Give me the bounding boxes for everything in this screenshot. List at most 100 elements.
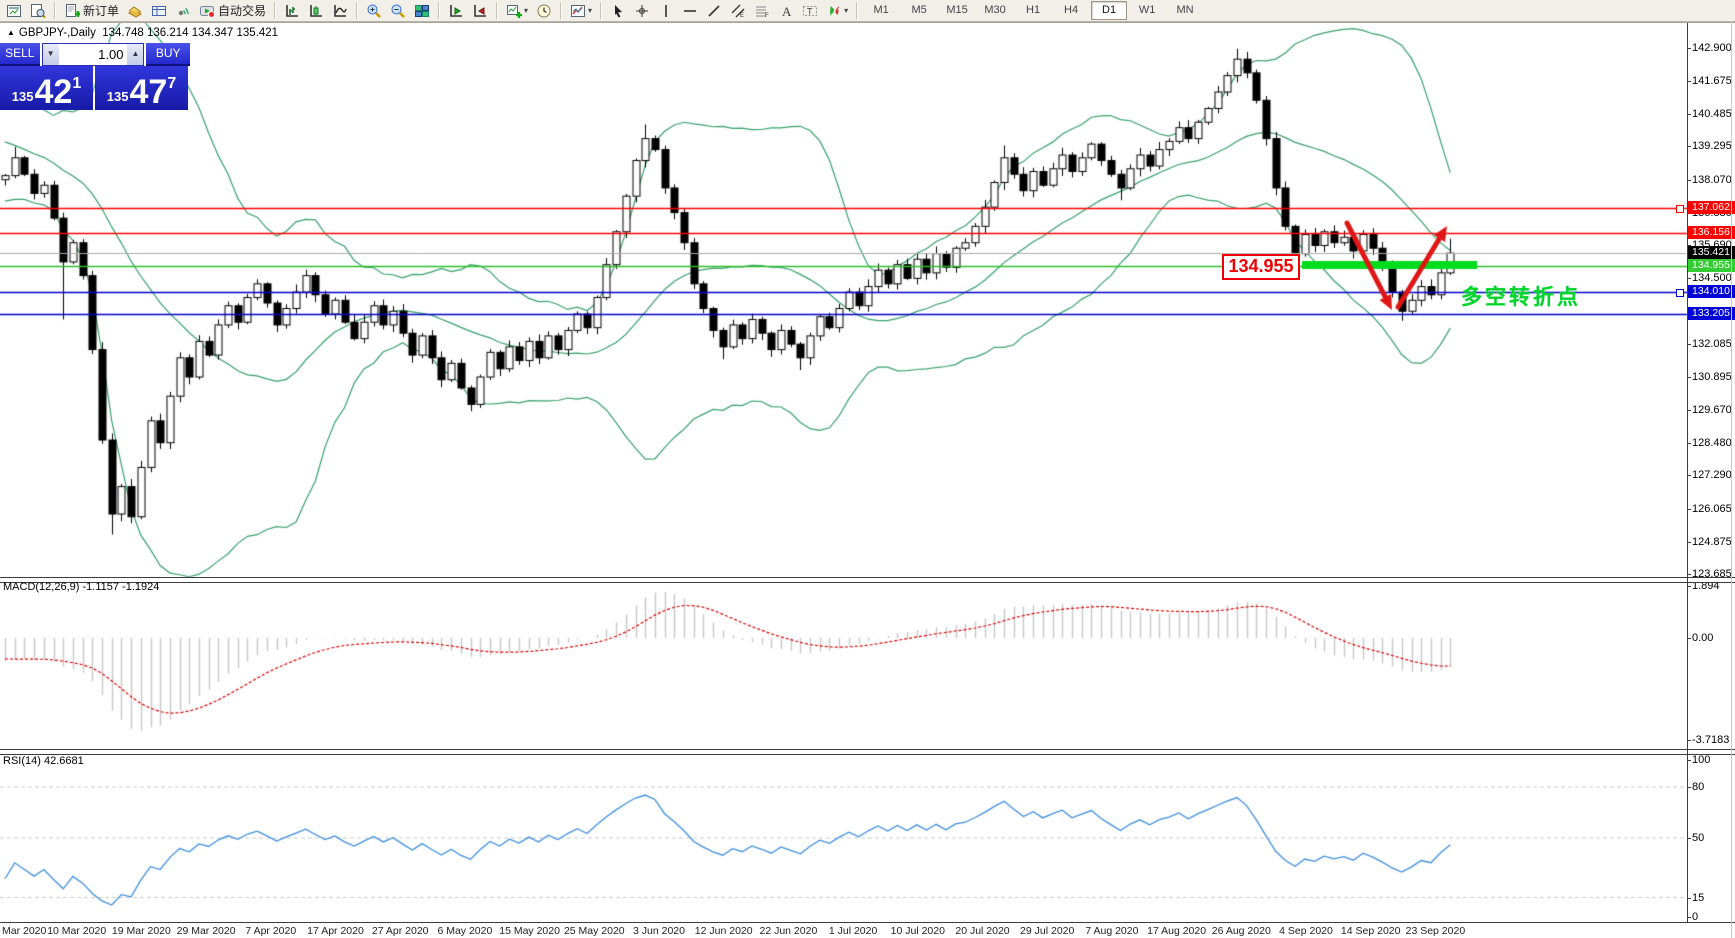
equidistant-channel-tool[interactable]: E — [726, 0, 750, 21]
tile-windows-icon — [414, 3, 430, 19]
auto-scroll-icon — [448, 3, 464, 19]
main-macd-splitter[interactable] — [0, 577, 1735, 583]
symbol-name: GBPJPY-,Daily — [18, 27, 96, 39]
price-tick-label: 140.485 — [1687, 107, 1732, 120]
chart-shift-tool[interactable] — [468, 0, 492, 21]
text-tool[interactable]: A — [774, 0, 798, 21]
text-label-tool[interactable]: T — [798, 0, 822, 21]
tf-m5-button[interactable]: M5 — [901, 1, 937, 20]
horizontal-line-tool[interactable] — [678, 0, 702, 21]
arrows-dropdown-icon — [826, 3, 842, 19]
volume-control: ▼ ▲ — [41, 43, 145, 66]
date-tick-label: 3 Jun 2020 — [633, 925, 685, 937]
tf-h1-button[interactable]: H1 — [1015, 1, 1051, 20]
tf-m30-button[interactable]: M30 — [977, 1, 1013, 20]
price-chart-canvas[interactable] — [0, 0, 1735, 938]
volume-decrease-button[interactable]: ▼ — [42, 44, 59, 65]
volume-input[interactable] — [58, 44, 128, 65]
crosshair-tool[interactable] — [630, 0, 654, 21]
bar-chart-tool[interactable] — [280, 0, 304, 21]
price-tick-label: 126.065 — [1687, 502, 1732, 515]
sell-price-pip: 1 — [72, 75, 82, 92]
macd-main-value: -1.1157 — [82, 581, 119, 593]
toolbar-separator — [856, 2, 859, 19]
tile-windows-tool[interactable] — [410, 0, 434, 21]
date-tick-label: 7 Apr 2020 — [245, 925, 297, 937]
fibonacci-tool[interactable]: F — [750, 0, 774, 21]
support-price-callout[interactable]: 134.955 — [1222, 254, 1300, 280]
new-chart-dropdown-tool[interactable]: ▾ — [502, 0, 532, 21]
sell-price-button[interactable]: 135 42 1 — [0, 66, 93, 110]
chart-top-border — [0, 22, 1735, 23]
date-tick-label: 1 Jul 2020 — [828, 925, 878, 937]
tf-m1-button[interactable]: M1 — [863, 1, 899, 20]
price-level-tag[interactable]: 133.205 — [1688, 306, 1735, 320]
macd-rsi-splitter[interactable] — [0, 749, 1735, 755]
macd-tick-label: -3.7183 — [1686, 733, 1730, 746]
chevron-down-icon[interactable]: ▾ — [844, 6, 848, 15]
trendline-tool[interactable] — [702, 0, 726, 21]
line-handle[interactable] — [1676, 205, 1684, 214]
tf-m15-button[interactable]: M15 — [939, 1, 975, 20]
indicators-tool[interactable]: ▾ — [566, 0, 596, 21]
cursor-tool[interactable] — [606, 0, 630, 21]
text-icon: A — [778, 3, 794, 19]
candlestick-tool[interactable] — [304, 0, 328, 21]
rsi-tick-label: 50 — [1686, 832, 1705, 844]
clock-tool[interactable] — [532, 0, 556, 21]
date-tick-label: 19 Mar 2020 — [111, 925, 171, 937]
price-tick-label: 127.290 — [1687, 469, 1732, 482]
auto-scroll-tool[interactable] — [444, 0, 468, 21]
equidistant-channel-icon: E — [730, 3, 746, 19]
price-level-tag[interactable]: 137.062 — [1688, 201, 1735, 215]
line-handle[interactable] — [1676, 288, 1684, 297]
tf-h4-button[interactable]: H4 — [1053, 1, 1089, 20]
vertical-line-tool[interactable] — [654, 0, 678, 21]
tf-d1-button[interactable]: D1 — [1091, 1, 1128, 20]
price-level-tag[interactable]: 136.156 — [1688, 225, 1735, 239]
zoom-out-tool[interactable] — [386, 0, 410, 21]
line-chart-icon — [332, 3, 348, 19]
buy-price-prefix: 135 — [106, 89, 129, 104]
toolbar-separator — [496, 2, 499, 19]
date-tick-label: 27 Apr 2020 — [371, 925, 429, 937]
svg-text:F: F — [765, 13, 769, 19]
rsi-value: 42.6681 — [43, 755, 84, 767]
turning-point-annotation[interactable]: 多空转折点 — [1461, 281, 1581, 311]
date-tick-label: 7 Aug 2020 — [1085, 925, 1139, 937]
sell-button[interactable]: SELL — [0, 43, 40, 66]
chart-window-tool[interactable] — [2, 0, 26, 21]
signals-icon — [175, 3, 191, 19]
volume-increase-button[interactable]: ▲ — [127, 44, 144, 65]
toolbar-group: ▾ — [500, 0, 558, 21]
new-order-button-label: 新订单 — [83, 4, 120, 18]
tf-mn-button[interactable]: MN — [1167, 1, 1203, 20]
line-chart-tool[interactable] — [328, 0, 352, 21]
zoom-in-tool[interactable] — [362, 0, 386, 21]
price-tick-label: 132.085 — [1687, 338, 1732, 351]
data-window-icon — [151, 3, 167, 19]
toolbar-group — [360, 0, 436, 21]
toolbar-group — [442, 0, 494, 21]
one-click-trading-panel: SELL ▼ ▲ BUY 135 42 1 135 47 7 — [0, 43, 190, 110]
tf-w1-button[interactable]: W1 — [1129, 1, 1165, 20]
chevron-down-icon[interactable]: ▾ — [588, 6, 592, 15]
vertical-line-icon — [658, 3, 674, 19]
window-right-edge — [1731, 21, 1732, 938]
date-tick-label: 26 Aug 2020 — [1211, 925, 1271, 937]
new-order-button-tool[interactable]: 新订单 — [60, 0, 123, 21]
profile-tool[interactable] — [26, 0, 50, 21]
chevron-down-icon[interactable]: ▾ — [524, 6, 528, 15]
price-level-tag[interactable]: 134.955 — [1688, 258, 1735, 272]
autotrading-button-tool[interactable]: 自动交易 — [195, 0, 270, 21]
price-level-tag[interactable]: 135.421 — [1688, 246, 1735, 260]
data-window-tool[interactable] — [147, 0, 171, 21]
market-watch-tool[interactable] — [123, 0, 147, 21]
horizontal-line-icon — [682, 3, 698, 19]
price-tick-label: 139.295 — [1687, 140, 1732, 153]
signals-tool[interactable] — [171, 0, 195, 21]
buy-price-button[interactable]: 135 47 7 — [95, 66, 188, 110]
arrows-dropdown-tool[interactable]: ▾ — [822, 0, 852, 21]
price-level-tag[interactable]: 134.010 — [1688, 284, 1735, 298]
buy-button[interactable]: BUY — [146, 43, 190, 66]
